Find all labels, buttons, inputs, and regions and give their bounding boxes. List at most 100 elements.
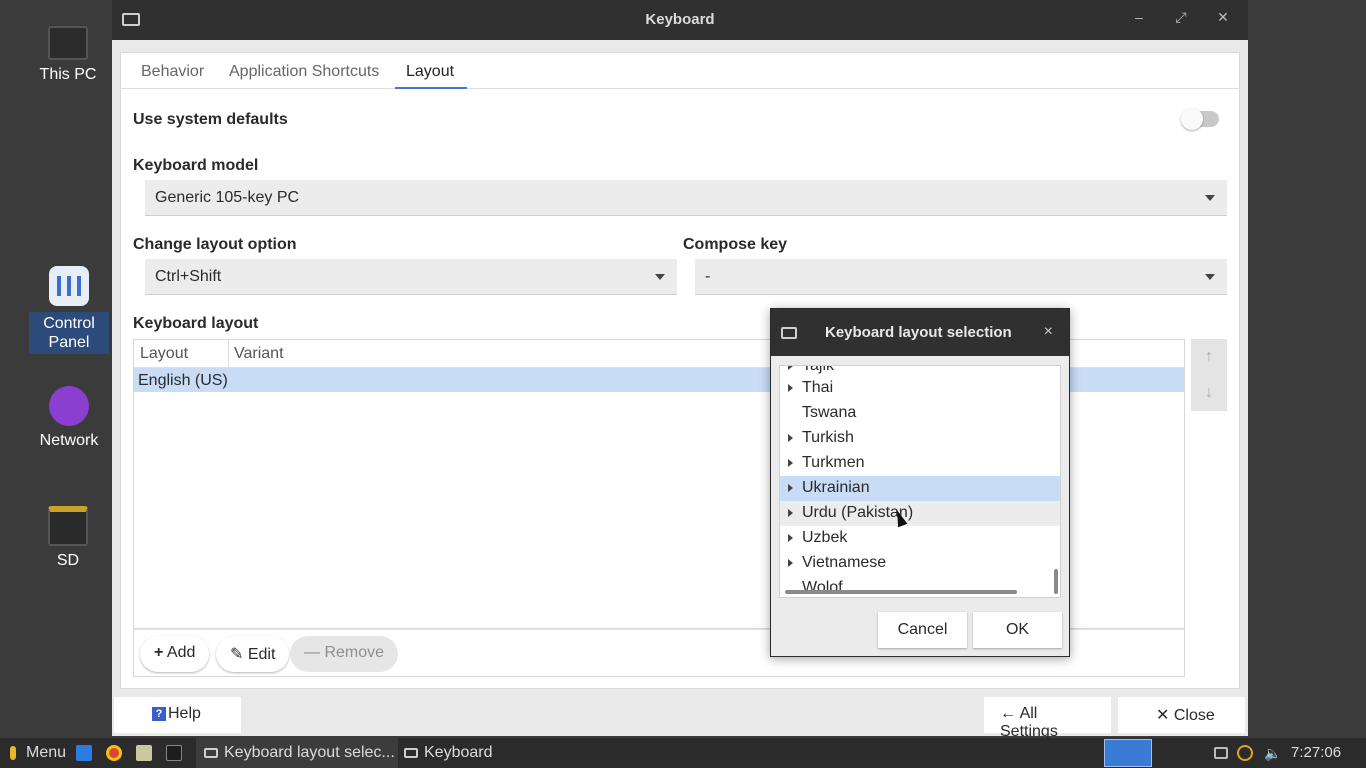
use-system-defaults-label: Use system defaults (133, 111, 288, 128)
expand-arrow-icon (788, 384, 793, 392)
list-item-label: Uzbek (802, 529, 848, 546)
minimize-icon[interactable]: – (1129, 9, 1149, 25)
taskbar-item-keyboard[interactable]: Keyboard (396, 738, 506, 768)
taskbar-item-label: Keyboard (424, 744, 493, 761)
computer-icon (48, 26, 88, 60)
list-item[interactable]: Tswana (780, 401, 1060, 426)
window-title: Keyboard (645, 11, 715, 28)
tab-application-shortcuts[interactable]: Application Shortcuts (229, 63, 379, 81)
keyboard-icon (404, 748, 418, 758)
terminal-icon[interactable] (166, 745, 182, 761)
expand-arrow-icon (788, 534, 793, 542)
chrome-icon[interactable] (106, 745, 122, 761)
keyboard-icon (781, 327, 797, 339)
sd-card-icon (48, 506, 88, 546)
move-down-button[interactable]: ↓ (1191, 375, 1227, 411)
expand-arrow-icon (788, 366, 793, 370)
horizontal-scrollbar[interactable] (785, 590, 1017, 594)
add-button[interactable]: + Add (140, 636, 210, 672)
list-item[interactable]: Uzbek (780, 526, 1060, 551)
minus-icon: — (304, 644, 320, 661)
desktop-icon-label: This PC (39, 66, 97, 83)
edit-button-label: Edit (247, 646, 276, 663)
menu-label: Menu (26, 744, 67, 761)
all-settings-button[interactable]: ← All Settings (984, 697, 1111, 740)
list-item-label: Ukrainian (802, 479, 870, 496)
close-icon[interactable]: × (1044, 323, 1053, 341)
desktop-icon-network[interactable]: Network (29, 386, 109, 450)
list-item[interactable]: Turkish (780, 426, 1060, 451)
ok-button[interactable]: OK (973, 612, 1062, 648)
chevron-down-icon (1205, 274, 1215, 280)
vertical-scrollbar[interactable] (1054, 569, 1058, 594)
use-system-defaults-toggle[interactable] (1181, 108, 1219, 130)
desktop-icon-sd[interactable]: SD (28, 506, 108, 570)
desktop-icon-label: SD (56, 552, 80, 569)
move-up-button[interactable]: ↑ (1191, 339, 1227, 375)
change-layout-option-select[interactable]: Ctrl+Shift (145, 259, 677, 295)
arrow-left-icon: ← (1000, 705, 1016, 722)
list-item[interactable]: Vietnamese (780, 551, 1060, 576)
close-button-label: Close (1173, 707, 1215, 724)
dialog-titlebar[interactable]: Keyboard layout selection × (771, 309, 1069, 356)
help-button[interactable]: ? Help (114, 697, 241, 733)
remove-button-label: Remove (324, 644, 385, 661)
keyboard-icon (204, 748, 218, 758)
desktop-icon-label-line: Control (43, 315, 95, 332)
desktop-icon-control-panel[interactable]: Control Panel (29, 266, 109, 354)
desktop-icon-label-line: Panel (48, 334, 90, 351)
column-header-layout[interactable]: Layout (140, 345, 188, 363)
desktop-icon-label: Control Panel (29, 312, 109, 354)
list-item-label: Tswana (802, 404, 857, 421)
column-header-variant[interactable]: Variant (234, 345, 284, 363)
tab-bar: Behavior Application Shortcuts Layout (121, 53, 1239, 89)
folder-icon[interactable] (136, 745, 152, 761)
help-icon: ? (152, 707, 166, 721)
compose-key-value: - (705, 268, 711, 285)
keyboard-model-value: Generic 105-key PC (155, 189, 300, 206)
compose-key-select[interactable]: - (695, 259, 1227, 295)
close-icon[interactable]: ✕ (1213, 9, 1233, 26)
chevron-down-icon (1205, 195, 1215, 201)
cancel-button[interactable]: Cancel (878, 612, 967, 648)
tab-behavior[interactable]: Behavior (141, 63, 204, 81)
change-layout-option-label: Change layout option (133, 236, 297, 253)
workspace-switcher[interactable] (1104, 739, 1152, 767)
list-item-label: Vietnamese (802, 554, 887, 571)
display-tray-icon[interactable] (1214, 747, 1228, 759)
desktop-icon-this-pc[interactable]: This PC (28, 26, 108, 84)
edit-button[interactable]: ✎ Edit (216, 636, 290, 672)
maximize-icon[interactable]: ⤢ (1171, 9, 1191, 26)
file-manager-icon[interactable] (76, 745, 92, 761)
remove-button[interactable]: — Remove (290, 636, 399, 672)
list-item-label: Turkish (802, 429, 854, 446)
change-layout-option-value: Ctrl+Shift (155, 268, 222, 285)
list-item-label: Tajik (802, 365, 835, 374)
update-tray-icon[interactable] (1237, 745, 1253, 761)
tab-layout[interactable]: Layout (406, 63, 454, 81)
taskbar: Menu Keyboard layout selec... Keyboard 🔈… (0, 738, 1366, 768)
close-button[interactable]: ✕ Close (1118, 697, 1245, 733)
add-button-label: Add (166, 644, 196, 661)
keyboard-model-select[interactable]: Generic 105-key PC (145, 180, 1227, 216)
keyboard-model-label: Keyboard model (133, 157, 259, 174)
volume-icon[interactable]: 🔈 (1264, 738, 1281, 768)
keyboard-window: Keyboard – ⤢ ✕ Behavior Application Shor… (112, 0, 1248, 740)
chevron-down-icon (655, 274, 665, 280)
dialog-title: Keyboard layout selection (825, 324, 1012, 341)
globe-icon (49, 386, 89, 426)
list-item[interactable]: Wolof (780, 576, 1060, 597)
layout-tree-list[interactable]: Tajik Thai Tswana Turkish Turkmen Ukrain… (779, 365, 1061, 598)
list-item[interactable]: Turkmen (780, 451, 1060, 476)
list-item[interactable]: Thai (780, 376, 1060, 401)
window-titlebar[interactable]: Keyboard – ⤢ ✕ (112, 0, 1248, 40)
taskbar-item-keyboard-layout-selection[interactable]: Keyboard layout selec... (196, 738, 398, 768)
menu-logo-icon (10, 746, 16, 760)
desktop-icon-label: Network (39, 432, 99, 449)
clock[interactable]: 7:27:06 am (1291, 738, 1366, 768)
menu-button[interactable]: Menu (6, 738, 66, 768)
taskbar-item-label: Keyboard layout selec... (224, 744, 395, 761)
list-item-selected[interactable]: Ukrainian (780, 476, 1060, 501)
list-item[interactable]: Urdu (Pakistan) (780, 501, 1060, 526)
layout-cell: English (US) (138, 372, 228, 389)
